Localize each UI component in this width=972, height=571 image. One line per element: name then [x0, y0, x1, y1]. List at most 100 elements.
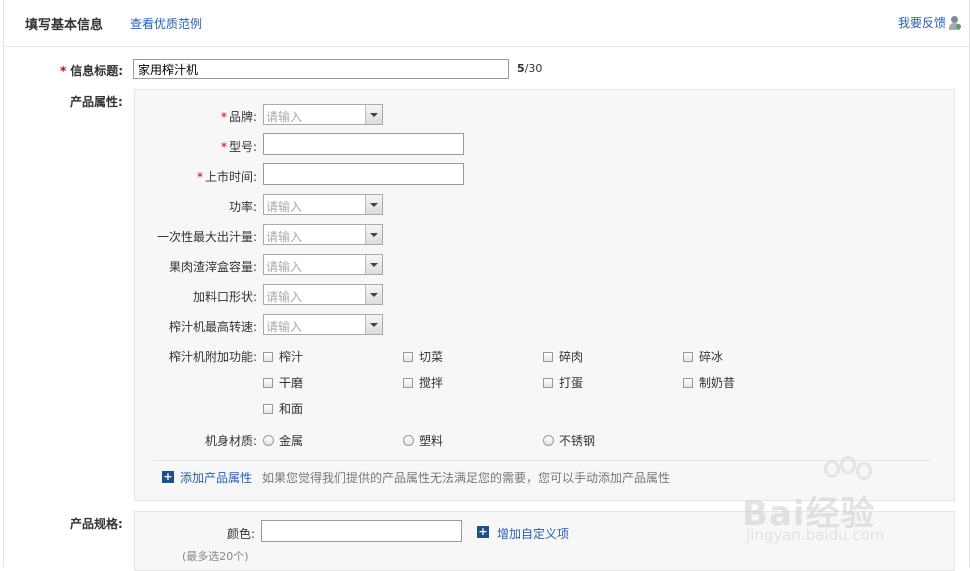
radio-button[interactable] — [403, 435, 414, 446]
feedback-link[interactable]: 我要反馈 — [898, 14, 961, 31]
material-label: 机身材质: — [204, 434, 257, 448]
option-label: 制奶昔 — [699, 376, 736, 390]
power-placeholder: 请输入 — [266, 200, 303, 214]
product-attributes-label: 产品属性: — [70, 95, 123, 109]
product-specs-label: 产品规格: — [70, 517, 123, 531]
function-option[interactable]: 打蛋 — [543, 374, 583, 391]
title-char-counter: 5/30 — [517, 62, 542, 75]
option-label: 不锈钢 — [559, 434, 596, 448]
function-option[interactable]: 碎肉 — [543, 348, 583, 365]
checkbox[interactable] — [543, 351, 553, 362]
required-mark: * — [220, 140, 227, 154]
add-custom-item-link[interactable]: 增加自定义项 — [497, 525, 569, 542]
material-option[interactable]: 塑料 — [403, 432, 443, 449]
feed-shape-placeholder: 请输入 — [266, 290, 303, 304]
required-mark: * — [60, 64, 67, 78]
model-label-text: 型号: — [228, 140, 257, 154]
option-label: 干磨 — [279, 376, 304, 390]
brand-select[interactable]: 请输入 — [263, 104, 383, 125]
max-speed-select[interactable]: 请输入 — [263, 314, 383, 335]
chevron-down-icon[interactable] — [365, 195, 382, 214]
paw-icon — [824, 460, 840, 478]
add-attribute-hint: 如果您觉得我们提供的产品属性无法满足您的需要，您可以手动添加产品属性 — [262, 471, 671, 485]
checkbox[interactable] — [263, 377, 273, 388]
required-mark: * — [220, 110, 227, 124]
model-input[interactable] — [263, 133, 464, 155]
function-option[interactable]: 制奶昔 — [683, 374, 735, 391]
header-bar: 填写基本信息 查看优质范例 我要反馈 — [4, 0, 969, 47]
function-option[interactable]: 碎冰 — [683, 348, 723, 365]
max-selection-note: (最多选20个) — [182, 550, 249, 563]
function-option[interactable]: 干磨 — [263, 374, 303, 391]
checkbox[interactable] — [403, 351, 413, 362]
chevron-down-icon[interactable] — [365, 285, 382, 304]
required-mark: * — [196, 170, 203, 184]
function-option[interactable]: 切菜 — [403, 348, 443, 365]
chevron-down-icon[interactable] — [365, 315, 382, 334]
pulp-capacity-label: 果肉渣滓盒容量: — [168, 260, 257, 274]
model-label: * 型号: — [221, 138, 257, 155]
plus-icon[interactable]: + — [477, 526, 489, 538]
option-label: 碎肉 — [559, 350, 584, 364]
color-input[interactable] — [261, 520, 462, 542]
max-speed-placeholder: 请输入 — [266, 320, 303, 334]
option-label: 碎冰 — [699, 350, 724, 364]
paw-icon — [856, 462, 872, 480]
counter-current: 5 — [517, 62, 525, 75]
material-option[interactable]: 不锈钢 — [543, 432, 595, 449]
info-title-label-text: 信息标题: — [70, 64, 124, 78]
counter-total: /30 — [524, 62, 543, 75]
launch-time-input[interactable] — [263, 163, 464, 185]
checkbox[interactable] — [263, 403, 273, 414]
option-label: 打蛋 — [559, 376, 584, 390]
max-speed-label: 榨汁机最高转速: — [168, 320, 257, 334]
paw-icon — [840, 456, 856, 474]
option-label: 榨汁 — [279, 350, 304, 364]
power-select[interactable]: 请输入 — [263, 194, 383, 215]
option-label: 金属 — [279, 434, 304, 448]
checkbox[interactable] — [683, 351, 693, 362]
feedback-label: 我要反馈 — [897, 16, 946, 30]
radio-button[interactable] — [263, 435, 274, 446]
brand-placeholder: 请输入 — [266, 110, 303, 124]
max-juice-select[interactable]: 请输入 — [263, 224, 383, 245]
add-attribute-link[interactable]: 添加产品属性 — [180, 469, 252, 486]
checkbox[interactable] — [543, 377, 553, 388]
radio-button[interactable] — [543, 435, 554, 446]
option-label: 搅拌 — [419, 376, 444, 390]
brand-label-text: 品牌: — [228, 110, 257, 124]
material-option[interactable]: 金属 — [263, 432, 303, 449]
function-option[interactable]: 榨汁 — [263, 348, 303, 365]
chevron-down-icon[interactable] — [365, 225, 382, 244]
color-label: 颜色: — [226, 527, 255, 541]
option-label: 切菜 — [419, 350, 444, 364]
function-option[interactable]: 搅拌 — [403, 374, 443, 391]
feed-shape-label: 加料口形状: — [192, 290, 257, 304]
feed-shape-select[interactable]: 请输入 — [263, 284, 383, 305]
brand-label: * 品牌: — [221, 108, 257, 125]
max-juice-label: 一次性最大出汁量: — [156, 230, 257, 244]
launch-time-label-text: 上市时间: — [204, 170, 257, 184]
chevron-down-icon[interactable] — [365, 255, 382, 274]
watermark-url: jingyan.baidu.com — [746, 526, 885, 544]
function-option[interactable]: 和面 — [263, 400, 303, 417]
user-feedback-icon — [948, 15, 961, 30]
view-examples-link[interactable]: 查看优质范例 — [130, 15, 202, 32]
page-title: 填写基本信息 — [25, 18, 104, 33]
info-title-input[interactable] — [133, 59, 509, 79]
option-label: 塑料 — [419, 434, 444, 448]
info-title-label: * 信息标题: — [60, 62, 123, 79]
option-label: 和面 — [279, 402, 304, 416]
plus-icon[interactable]: + — [162, 471, 174, 483]
functions-label: 榨汁机附加功能: — [168, 350, 257, 364]
checkbox[interactable] — [403, 377, 413, 388]
max-juice-placeholder: 请输入 — [266, 230, 303, 244]
checkbox[interactable] — [683, 377, 693, 388]
launch-time-label: * 上市时间: — [197, 168, 257, 185]
power-label: 功率: — [228, 200, 257, 214]
pulp-capacity-placeholder: 请输入 — [266, 260, 303, 274]
chevron-down-icon[interactable] — [365, 105, 382, 124]
pulp-capacity-select[interactable]: 请输入 — [263, 254, 383, 275]
checkbox[interactable] — [263, 351, 273, 362]
baidu-jingyan-watermark: Bai经验 jingyan.baidu.com — [742, 456, 942, 548]
